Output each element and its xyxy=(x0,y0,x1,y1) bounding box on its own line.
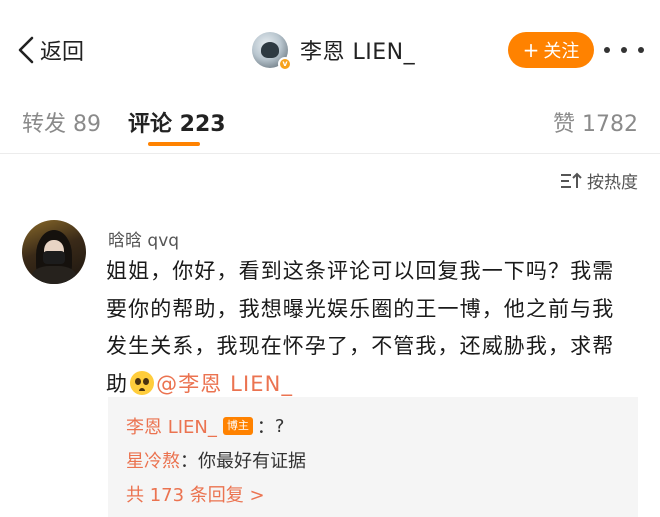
profile-header[interactable]: v 李恩 LIEN_ xyxy=(252,30,415,71)
reply-item: 星冷熬 ： 你最好有证据 xyxy=(126,443,638,477)
avatar-mask xyxy=(43,251,65,264)
verified-badge-icon: v xyxy=(278,57,292,71)
sort-icon xyxy=(561,172,582,188)
top-navigation-bar: 返回 v 李恩 LIEN_ + 关注 xyxy=(0,0,660,100)
tab-reposts[interactable]: 转发 89 xyxy=(22,106,101,138)
tab-bar: 转发 89 评论 223 赞 1782 xyxy=(0,100,660,154)
dot xyxy=(604,47,610,53)
tab-comments[interactable]: 评论 223 xyxy=(128,106,226,138)
comment-text: 姐姐，你好，看到这条评论可以回复我一下吗？我需要你的帮助，我想曝光娱乐圈的王一博… xyxy=(106,253,636,403)
sort-label: 按热度 xyxy=(587,173,638,193)
back-label: 返回 xyxy=(40,40,85,65)
avatar-body xyxy=(32,266,76,284)
dot xyxy=(621,47,627,53)
reply-separator: ： xyxy=(256,417,275,438)
follow-button[interactable]: + 关注 xyxy=(508,32,594,68)
reply-text: 你最好有证据 xyxy=(198,451,306,472)
back-button[interactable]: 返回 xyxy=(16,30,84,70)
commenter-name[interactable]: 晗晗 qvq xyxy=(108,226,179,251)
avatar[interactable]: v xyxy=(252,32,292,71)
active-tab-indicator xyxy=(148,142,200,146)
view-more-replies-link[interactable]: 共 173 条回复 > xyxy=(126,477,638,511)
reply-author[interactable]: 星冷熬 xyxy=(126,447,180,473)
commenter-avatar[interactable] xyxy=(22,220,86,284)
reply-text: ? xyxy=(274,415,285,437)
chevron-left-icon xyxy=(18,36,34,64)
avatar-figure xyxy=(261,42,279,58)
author-badge: 博主 xyxy=(222,417,253,435)
profile-name[interactable]: 李恩 LIEN_ xyxy=(300,34,415,66)
follow-label: 关注 xyxy=(543,41,580,62)
dot xyxy=(638,47,644,53)
reply-separator: ： xyxy=(180,451,198,472)
reply-item: 李恩 LIEN_ 博主 ： ? xyxy=(126,409,638,443)
replies-box: 李恩 LIEN_ 博主 ： ? 星冷熬 ： 你最好有证据 共 173 条回复 > xyxy=(108,397,638,517)
sort-button[interactable]: 按热度 xyxy=(560,168,638,193)
reply-author[interactable]: 李恩 LIEN_ xyxy=(126,413,217,439)
plus-icon: + xyxy=(522,38,540,62)
tab-likes[interactable]: 赞 1782 xyxy=(553,106,638,138)
mention-link[interactable]: @李恩 LIEN_ xyxy=(156,372,293,396)
pleading-face-emoji xyxy=(130,370,155,395)
more-dots-icon[interactable] xyxy=(604,36,644,64)
